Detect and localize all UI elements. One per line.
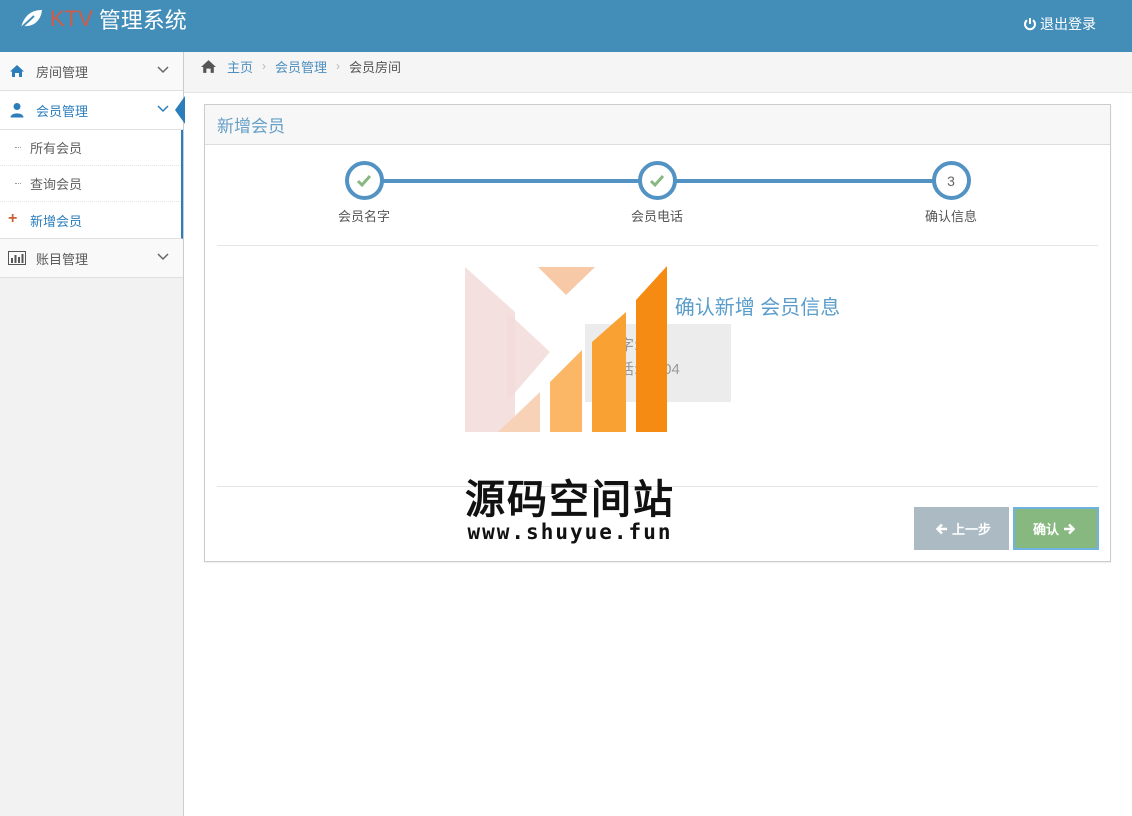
step-member-name[interactable]: 会员名字 [304, 161, 424, 225]
confirm-label: 确认 [1032, 522, 1059, 537]
power-icon [1024, 18, 1036, 31]
subitem-label: 新增会员 [30, 213, 83, 229]
plus-icon: + [8, 210, 18, 227]
member-submenu: 所有会员 查询会员 + 新增会员 [0, 130, 183, 239]
sidebar-item-accounts-management[interactable]: 账目管理 [0, 239, 183, 278]
bar-chart-icon [8, 249, 26, 267]
widget-title: 新增会员 [217, 117, 285, 136]
breadcrumb-separator-icon: › [336, 59, 341, 73]
breadcrumb-separator-icon: › [262, 59, 267, 73]
member-name-line: 字: 三 [619, 337, 658, 354]
top-navbar: KTV 管理系统 退出登录 [0, 0, 1132, 52]
tree-dash [15, 147, 21, 148]
home-icon [8, 62, 26, 80]
actions-divider [217, 486, 1098, 487]
user-icon [8, 101, 26, 119]
member-info-box: 字: 三 话: 2 404 [585, 324, 731, 402]
leaf-icon [20, 10, 42, 29]
arrow-left-icon [935, 523, 947, 534]
member-phone-line: 话: 2 404 [619, 361, 680, 378]
chevron-down-icon [157, 253, 169, 261]
sidebar-item-member-management[interactable]: 会员管理 [0, 91, 185, 130]
subitem-label: 查询会员 [30, 177, 83, 192]
breadcrumb-current: 会员房间 [349, 59, 402, 75]
sidebar-item-room-management[interactable]: 房间管理 [0, 52, 183, 91]
prev-step-label: 上一步 [951, 522, 991, 537]
sidebar-item-label: 会员管理 [36, 103, 89, 119]
step-label: 会员电话 [630, 209, 683, 224]
sidebar: 房间管理 会员管理 所有会员 查询会员 + 新增会员 账目管理 [0, 52, 185, 816]
sidebar-subitem-search-members[interactable]: 查询会员 [0, 166, 181, 202]
step-circle [637, 161, 677, 200]
sidebar-item-label: 账目管理 [36, 251, 89, 267]
breadcrumb: 主页 › 会员管理 › 会员房间 [184, 52, 1132, 93]
step-circle: 3 [931, 161, 971, 200]
sidebar-subitem-add-member[interactable]: + 新增会员 [0, 202, 181, 238]
home-icon[interactable] [200, 59, 217, 74]
step-confirm-info[interactable]: 3 确认信息 [891, 161, 1011, 225]
step-member-phone[interactable]: 会员电话 [597, 161, 717, 225]
breadcrumb-home[interactable]: 主页 [227, 57, 253, 76]
check-icon [356, 174, 372, 187]
check-icon [649, 174, 665, 187]
widget-header: 新增会员 [205, 105, 1110, 145]
wizard-steps: 会员名字 会员电话 3 确认信息 [217, 145, 1098, 246]
sidebar-item-label: 房间管理 [36, 64, 89, 80]
prev-step-button[interactable]: 上一步 [914, 507, 1009, 550]
logout-button[interactable]: 退出登录 [1023, 14, 1096, 34]
logout-label: 退出登录 [1040, 16, 1096, 32]
step-label: 确认信息 [924, 209, 977, 224]
brand-ktv: KTV [50, 6, 93, 31]
confirm-button[interactable]: 确认 [1013, 507, 1099, 550]
subitem-label: 所有会员 [30, 141, 83, 156]
add-member-widget: 新增会员 会员名字 会员电话 3 确认信息 确认新增 会员信息 字: 三 话: … [204, 104, 1111, 562]
step-label: 会员名字 [337, 209, 390, 224]
confirm-title: 确认新增 会员信息 [674, 297, 841, 319]
chevron-down-icon [157, 66, 169, 74]
arrow-right-icon [1064, 523, 1075, 534]
step-circle [344, 161, 384, 200]
chevron-down-icon [157, 105, 169, 113]
brand-title: 管理系统 [98, 8, 187, 33]
step-number: 3 [947, 172, 955, 189]
brand[interactable]: KTV 管理系统 [18, 3, 187, 35]
sidebar-subitem-all-members[interactable]: 所有会员 [0, 130, 181, 166]
breadcrumb-member-management[interactable]: 会员管理 [275, 57, 327, 76]
tree-dash [15, 183, 21, 184]
